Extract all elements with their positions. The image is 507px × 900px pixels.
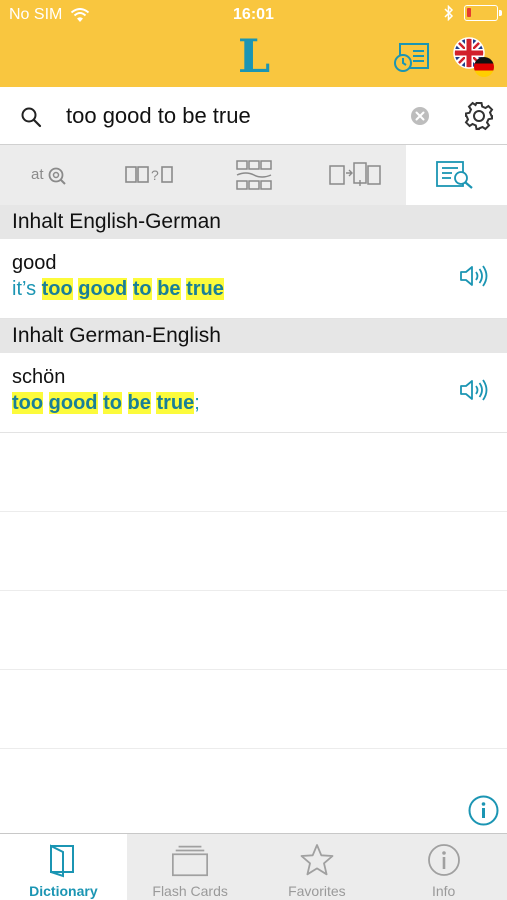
highlighted-word: good [48,392,98,414]
section-header: Inhalt German-English [0,319,507,353]
status-time: 16:01 [233,6,274,23]
status-right [444,5,502,21]
results-list: Inhalt English-German good it’s too good… [0,205,507,749]
flash-card-mode-button[interactable] [392,40,432,74]
tab-label: Dictionary [29,883,98,899]
bottom-tab-bar: Dictionary Flash Cards Favorites Info [0,833,507,900]
highlighted-word: to [132,278,152,300]
entry-headword: good [12,252,57,274]
at-search-icon: at [31,166,66,185]
entry-headword: schön [12,366,66,388]
empty-row [0,591,507,670]
app-header: No SIM 16:01 L [0,0,507,87]
tab-icon [424,841,464,879]
highlighted-word: good [78,278,128,300]
battery-icon [464,5,502,21]
translate-pages-icon [329,162,381,186]
speaker-icon[interactable] [459,263,489,289]
mode-tab-word-grid[interactable] [203,145,304,205]
speaker-icon[interactable] [459,377,489,403]
empty-row [0,512,507,591]
mode-tab-missing-letters[interactable]: ? [101,145,202,205]
entry-example: too good to be true; [12,392,200,415]
book-icon [50,844,75,878]
mode-tab-translate-pages[interactable] [304,145,405,205]
info-button-icon[interactable] [468,795,499,826]
example-prefix: it’s [12,278,42,300]
search-mode-tabs: at ? [0,145,507,205]
fulltext-search-icon [436,161,474,189]
search-input[interactable] [66,99,396,133]
result-entry[interactable]: schön too good to be true; [0,353,507,433]
flashcard-clock-icon [394,43,429,72]
tab-icon [170,841,210,879]
tab-favorites[interactable]: Favorites [254,834,381,900]
example-suffix: ; [194,392,200,414]
langenscheidt-logo: L [237,29,271,83]
star-icon [300,844,334,876]
entry-example: it’s too good to be true [12,278,224,301]
uk-de-flag-icon [453,37,494,77]
tab-label: Info [431,883,456,899]
result-entry[interactable]: good it’s too good to be true [0,239,507,319]
status-bar: No SIM 16:01 [0,0,507,30]
highlighted-word: too [41,278,73,300]
cards-icon [172,845,209,877]
tab-info[interactable]: Info [380,834,507,900]
empty-row [0,433,507,512]
highlighted-word: be [157,278,181,300]
empty-row [0,670,507,749]
tab-icon [43,841,83,879]
bluetooth-icon [444,5,454,21]
tab-flash-cards[interactable]: Flash Cards [127,834,254,900]
highlighted-word: be [127,392,151,414]
section-header: Inhalt English-German [0,205,507,239]
highlighted-word: too [12,392,44,414]
word-grid-icon [235,160,272,190]
highlighted-word: to [103,392,122,414]
mode-tab-word-search[interactable]: at [0,145,101,205]
tab-icon [297,841,337,879]
tab-label: Favorites [288,883,346,899]
search-bar [0,87,507,145]
svg-text:?: ? [151,167,159,183]
tab-label: Flash Cards [152,883,228,899]
language-switch-button[interactable] [452,36,496,80]
highlighted-word: true [156,392,195,414]
mode-tab-fulltext-search[interactable] [405,145,507,205]
search-icon [21,107,42,128]
highlighted-word: true [186,278,224,300]
tab-dictionary[interactable]: Dictionary [0,834,127,900]
info-icon [427,844,460,876]
battery-level [467,8,471,17]
missing-letters-icon: ? [125,166,173,183]
clear-search-icon[interactable] [410,106,430,126]
settings-gear-icon[interactable] [464,101,494,131]
svg-text:at: at [31,166,44,183]
